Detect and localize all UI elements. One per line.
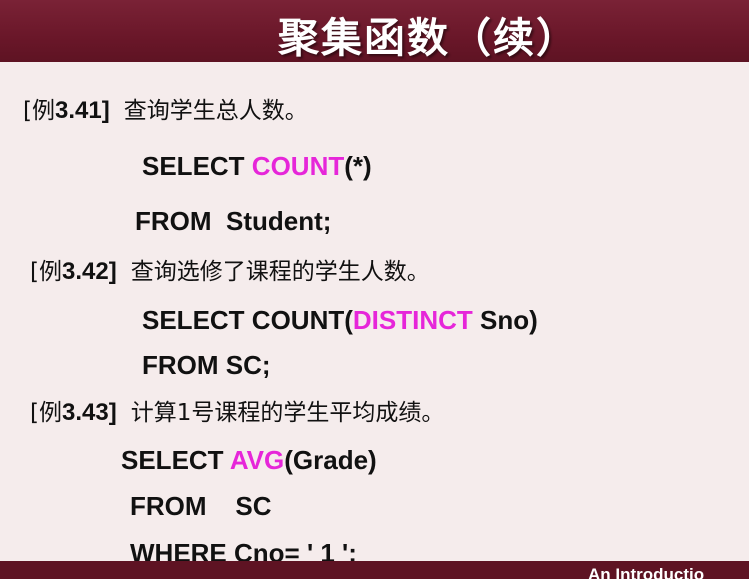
example-bracket: [例 [23,98,55,124]
slide-title: 聚集函数（续） [278,14,579,62]
sql-keyword: DISTINCT [352,305,473,335]
sql-text: Sno) [472,305,538,335]
example-bracket: [例 [30,259,62,285]
sql-select-line: SELECT COUNT(DISTINCT Sno) [142,304,538,336]
sql-text: (*) [344,151,372,181]
example-label: [例3.41] 查询学生总人数。 [23,95,308,127]
sql-text: SELECT COUNT( [142,305,353,335]
example-description: 计算1号课程的学生平均成绩。 [130,400,445,426]
example-label: [例3.43] 计算1号课程的学生平均成绩。 [30,397,444,429]
sql-keyword: COUNT [251,151,345,181]
example-number: 3.43] [61,399,117,426]
sql-from-line: FROM SC; [142,350,271,380]
sql-keyword: AVG [229,445,285,475]
sql-select-line: SELECT COUNT(*) [142,150,372,182]
example-description: 查询选修了课程的学生人数。 [130,259,430,285]
sql-select-line: SELECT AVG(Grade) [121,444,377,476]
example-number: 3.42] [61,258,117,285]
example-description: 查询学生总人数。 [123,98,308,124]
example-bracket: [例 [30,400,62,426]
sql-text: SELECT [121,445,230,475]
sql-text: (Grade) [284,445,377,475]
slide-footer: An Introductio [0,561,749,579]
sql-text: SELECT [142,151,252,181]
sql-from-line: FROM SC [130,491,272,521]
footer-text: An Introductio [588,565,705,579]
slide-content: [例3.41] 查询学生总人数。 SELECT COUNT(*) FROM Stu… [0,62,749,568]
example-number: 3.41] [54,97,110,124]
slide-header: 聚集函数（续） [0,0,749,62]
sql-from-line: FROM Student; [135,206,332,236]
example-label: [例3.42] 查询选修了课程的学生人数。 [30,256,430,288]
